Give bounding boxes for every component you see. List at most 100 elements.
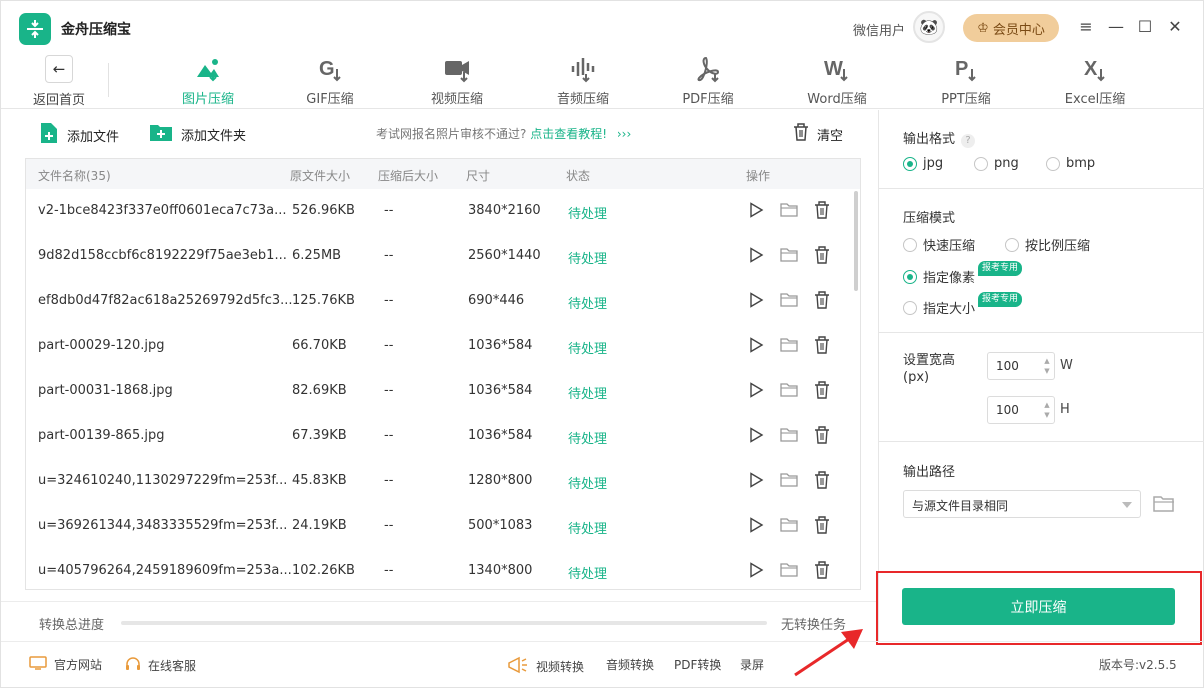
chevron-down-icon (1122, 502, 1132, 508)
play-icon[interactable] (746, 425, 766, 445)
screen-record-link[interactable]: 录屏 (740, 656, 764, 673)
delete-icon[interactable] (812, 200, 832, 220)
table-row[interactable]: part-00029-120.jpg 66.70KB -- 1036*584 待处理 (26, 324, 860, 369)
format-radio-jpg[interactable]: jpg (903, 156, 943, 171)
delete-icon[interactable] (812, 335, 832, 355)
add-file-button[interactable]: 添加文件 (39, 122, 119, 148)
stepper-icon[interactable]: ▲ ▼ (1043, 356, 1051, 376)
table-row[interactable]: part-00139-865.jpg 67.39KB -- 1036*584 待处理 (26, 414, 860, 459)
file-name: part-00139-865.jpg (38, 428, 165, 443)
tab-audio-compress[interactable]: 音频压缩 (528, 53, 638, 107)
delete-icon[interactable] (812, 380, 832, 400)
browse-folder-icon[interactable] (1153, 494, 1175, 514)
compressed-size: -- (384, 383, 394, 398)
pdf-convert-link[interactable]: PDF转换 (674, 656, 721, 673)
open-folder-icon[interactable] (779, 560, 799, 580)
table-row[interactable]: part-00031-1868.jpg 82.69KB -- 1036*584 待处理 (26, 369, 860, 414)
tab-word-compress[interactable]: W Word压缩 (782, 53, 892, 107)
compress-now-button[interactable]: 立即压缩 (902, 588, 1175, 625)
audio-convert-link[interactable]: 音频转换 (606, 656, 654, 673)
table-row[interactable]: 9d82d158ccbf6c8192229f75ae3eb1... 6.25MB -… (26, 234, 860, 279)
table-row[interactable]: v2-1bce8423f337e0ff0601eca7c73a... 526.96… (26, 189, 860, 234)
tutorial-link[interactable]: 点击查看教程! (530, 127, 607, 141)
user-name[interactable]: 微信用户 (853, 20, 905, 39)
delete-icon[interactable] (812, 425, 832, 445)
avatar[interactable]: 🐼 (913, 11, 945, 43)
radio-label: 快速压缩 (923, 239, 976, 254)
delete-icon[interactable] (812, 470, 832, 490)
table-row[interactable]: u=405796264,2459189609fm=253a... 102.26KB… (26, 549, 860, 589)
table-row[interactable]: ef8db0d47f82ac618a25269792d5fc3... 125.76… (26, 279, 860, 324)
official-website-link[interactable]: 官方网站 (29, 656, 102, 673)
video-convert-link[interactable]: 视频转换 (507, 656, 584, 677)
mode-radio-ratio[interactable]: 按比例压缩 (1005, 235, 1090, 254)
format-radio-bmp[interactable]: bmp (1046, 156, 1095, 171)
stepper-icon[interactable]: ▲ ▼ (1043, 400, 1051, 420)
height-input[interactable]: 100 ▲ ▼ (987, 396, 1055, 424)
close-icon[interactable]: ✕ (1164, 15, 1186, 37)
col-compressed-size: 压缩后大小 (378, 169, 439, 183)
divider (879, 441, 1204, 442)
help-icon[interactable]: ? (961, 133, 976, 148)
clear-button[interactable]: 清空 (793, 123, 843, 145)
table-scrollbar[interactable] (854, 191, 858, 291)
play-icon[interactable] (746, 200, 766, 220)
tab-gif-compress[interactable]: G GIF压缩 (275, 53, 385, 107)
online-service-link[interactable]: 在线客服 (125, 656, 196, 675)
table-row[interactable]: u=324610240,1130297229fm=253f... 45.83KB -… (26, 459, 860, 504)
open-folder-icon[interactable] (779, 380, 799, 400)
divider (879, 188, 1204, 189)
tool-bar: ← 返回首页 图片压缩 G GIF压缩 视频压缩 音频压缩 PDF压缩 W Wo… (1, 51, 1203, 109)
svg-text:W: W (824, 58, 843, 80)
play-icon[interactable] (746, 335, 766, 355)
delete-icon[interactable] (812, 515, 832, 535)
open-folder-icon[interactable] (779, 425, 799, 445)
clear-label: 清空 (817, 128, 844, 144)
maximize-icon[interactable]: ☐ (1134, 15, 1156, 37)
dimensions: 1036*584 (468, 338, 533, 353)
mode-radio-size[interactable]: 指定大小 (903, 298, 975, 317)
delete-icon[interactable] (812, 560, 832, 580)
tab-image-compress[interactable]: 图片压缩 (153, 53, 263, 107)
play-icon[interactable] (746, 515, 766, 535)
open-folder-icon[interactable] (779, 245, 799, 265)
vip-center-button[interactable]: ♔ 会员中心 (963, 14, 1059, 42)
back-home-button[interactable]: ← 返回首页 (29, 55, 89, 108)
delete-icon[interactable] (812, 290, 832, 310)
play-icon[interactable] (746, 560, 766, 580)
minimize-icon[interactable]: — (1105, 15, 1127, 37)
menu-icon[interactable]: ≡ (1075, 15, 1097, 37)
mode-radio-pixel[interactable]: 指定像素 (903, 267, 975, 286)
ppt-compress-icon: P (951, 53, 981, 85)
tab-video-compress[interactable]: 视频压缩 (402, 53, 512, 107)
width-input[interactable]: 100 ▲ ▼ (987, 352, 1055, 380)
open-folder-icon[interactable] (779, 200, 799, 220)
play-icon[interactable] (746, 245, 766, 265)
compressed-size: -- (384, 473, 394, 488)
add-folder-button[interactable]: 添加文件夹 (149, 122, 246, 146)
play-icon[interactable] (746, 380, 766, 400)
notice-text: 考试网报名照片审核不通过? (376, 127, 527, 141)
output-path-select[interactable]: 与源文件目录相同 (903, 490, 1141, 518)
tab-excel-compress[interactable]: X Excel压缩 (1040, 53, 1150, 107)
tab-ppt-compress[interactable]: P PPT压缩 (911, 53, 1021, 107)
format-radio-png[interactable]: png (974, 156, 1019, 171)
open-folder-icon[interactable] (779, 290, 799, 310)
open-folder-icon[interactable] (779, 515, 799, 535)
tab-label: GIF压缩 (306, 92, 354, 107)
play-icon[interactable] (746, 470, 766, 490)
mode-radio-fast[interactable]: 快速压缩 (903, 235, 975, 254)
radio-label: 按比例压缩 (1025, 239, 1091, 254)
open-folder-icon[interactable] (779, 335, 799, 355)
delete-icon[interactable] (812, 245, 832, 265)
file-name: u=405796264,2459189609fm=253a... (38, 563, 292, 578)
table-row[interactable]: u=369261344,3483335529fm=253f... 24.19KB -… (26, 504, 860, 549)
dimensions: 500*1083 (468, 518, 533, 533)
tab-pdf-compress[interactable]: PDF压缩 (653, 53, 763, 107)
play-icon[interactable] (746, 290, 766, 310)
pdf-convert-label: PDF转换 (674, 658, 722, 672)
original-size: 125.76KB (292, 293, 355, 308)
tutorial-notice[interactable]: 考试网报名照片审核不通过? 点击查看教程! ››› (376, 125, 631, 142)
file-name: ef8db0d47f82ac618a25269792d5fc3... (38, 293, 293, 308)
open-folder-icon[interactable] (779, 470, 799, 490)
